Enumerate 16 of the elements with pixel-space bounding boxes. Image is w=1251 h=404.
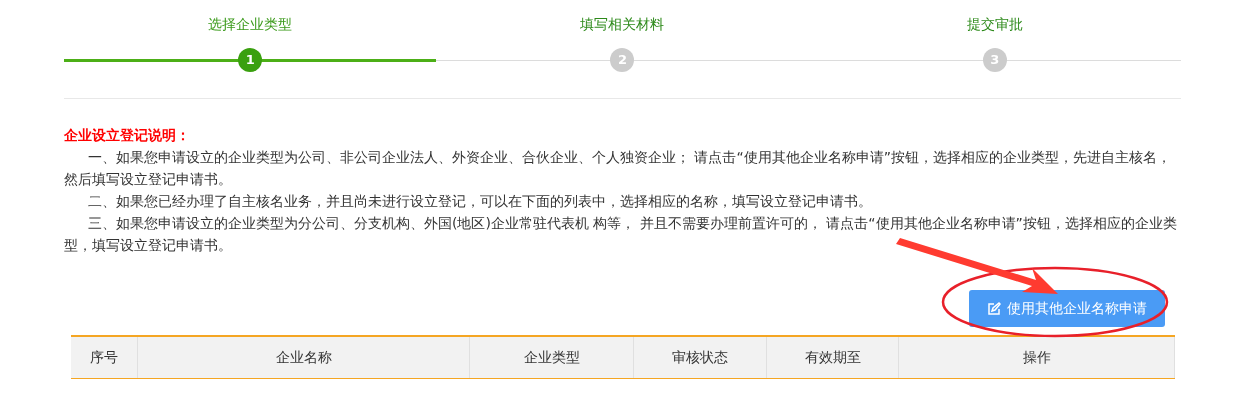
edit-icon bbox=[987, 301, 1001, 316]
column-header: 有效期至 bbox=[767, 337, 899, 378]
step-label: 填写相关材料 bbox=[580, 15, 665, 34]
step-number: 1 bbox=[238, 48, 263, 72]
instruction-paragraph: 二、如果您已经办理了自主核名业务，并且尚未进行设立登记，可以在下面的列表中，选择相应的名称，填写设立登记申请书。 bbox=[87, 192, 873, 211]
step-label: 选择企业类型 bbox=[208, 15, 293, 34]
column-header: 企业名称 bbox=[138, 337, 470, 378]
column-header: 审核状态 bbox=[634, 337, 767, 378]
instruction-paragraph: 三、如果您申请设立的企业类型为分公司、分支机构、外国(地区)企业常驻代表机 构等， 并且不需要办理前置许可的， 请点击“使用其他企业名称申请”按钮，选择相应的企业类型，填写设立登记申请书。 bbox=[64, 214, 1178, 255]
instructions-title: 企业设立登记说明： bbox=[64, 126, 191, 145]
step-label: 提交审批 bbox=[966, 15, 1023, 34]
instruction-paragraph: 一、如果您申请设立的企业类型为公司、非公司企业法人、外资企业、合伙企业、个人独资企业； 请点击“使用其他企业名称申请”按钮，选择相应的企业类型，先进自主核名，然后填写设立登记申请书。 bbox=[64, 148, 1172, 189]
column-header: 企业类型 bbox=[470, 337, 634, 378]
column-header: 操作 bbox=[899, 337, 1175, 378]
column-header: 序号 bbox=[71, 337, 138, 378]
apply-button[interactable]: 使用其他企业名称申请 bbox=[969, 290, 1165, 327]
